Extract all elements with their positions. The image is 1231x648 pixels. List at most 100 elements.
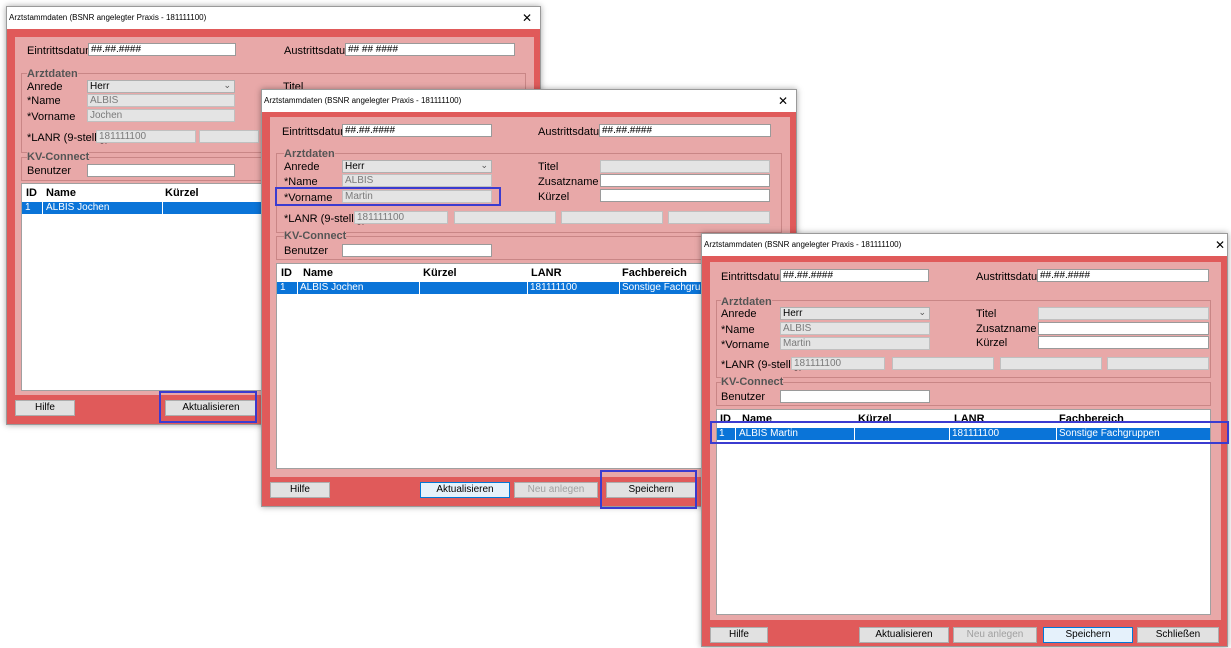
titel-field[interactable] [1038, 307, 1209, 320]
benutzer-field[interactable] [87, 164, 235, 177]
window-title-text: Arztstammdaten (BSNR angelegter Praxis -… [9, 13, 207, 22]
vorname-label: *Vorname [284, 192, 333, 204]
aktualisieren-button[interactable]: Aktualisieren [165, 400, 257, 416]
window-title: Arztstammdaten (BSNR angelegter Praxis -… [262, 90, 796, 112]
col-id[interactable]: ID [281, 267, 292, 279]
anrede-label: Anrede [721, 308, 757, 320]
window-3: Arztstammdaten (BSNR angelegter Praxis -… [701, 233, 1228, 647]
benutzer-label: Benutzer [721, 391, 766, 403]
aktualisieren-button[interactable]: Aktualisieren [859, 627, 949, 643]
kv-title: KV-Connect [721, 376, 784, 388]
cell-id: 1 [719, 428, 725, 439]
anrede-label: Anrede [27, 81, 63, 93]
lanr-field[interactable]: 181111100 [354, 211, 448, 224]
table-row[interactable]: 1 ALBIS Jochen [22, 202, 265, 214]
zusatz-field[interactable] [600, 174, 770, 187]
col-kuerzel[interactable]: Kürzel [423, 267, 457, 279]
vorname-field[interactable]: Martin [342, 190, 492, 203]
arztdaten-title: Arztdaten [721, 296, 772, 308]
doctor-table: ID Name Kürzel 1 ALBIS Jochen [21, 183, 266, 391]
hilfe-button[interactable]: Hilfe [15, 400, 75, 416]
kuerzel-field[interactable] [1038, 336, 1209, 349]
hilfe-button[interactable]: Hilfe [710, 627, 768, 643]
close-icon[interactable]: ✕ [1215, 234, 1225, 256]
benutzer-field[interactable] [780, 390, 930, 403]
window-title-text: Arztstammdaten (BSNR angelegter Praxis -… [264, 96, 462, 105]
lanr-field-3[interactable] [561, 211, 663, 224]
name-field[interactable]: ALBIS [780, 322, 930, 335]
aktualisieren-button[interactable]: Aktualisieren [420, 482, 510, 498]
vorname-field[interactable]: Jochen [87, 109, 235, 122]
col-name[interactable]: Name [303, 267, 333, 279]
name-label: *Name [284, 176, 318, 188]
col-fach[interactable]: Fachbereich [1059, 413, 1124, 425]
anrede-value: Herr [345, 161, 365, 172]
doctor-table: ID Name Kürzel LANR Fachbereich 1 ALBIS … [716, 409, 1211, 615]
austritt-field[interactable]: ##.##.#### [599, 124, 771, 137]
col-lanr[interactable]: LANR [954, 413, 985, 425]
anrede-select[interactable]: Herr ⌄ [87, 80, 235, 93]
benutzer-label: Benutzer [27, 165, 72, 177]
zusatz-label: Zusatzname [538, 176, 599, 188]
cell-fach: Sonstige Fachgruppen [1059, 428, 1160, 439]
lanr-field-4[interactable] [668, 211, 770, 224]
col-fach[interactable]: Fachbereich [622, 267, 687, 279]
anrede-select[interactable]: Herr ⌄ [780, 307, 930, 320]
kuerzel-field[interactable] [600, 189, 770, 202]
lanr-field-2[interactable] [454, 211, 556, 224]
col-name[interactable]: Name [46, 187, 76, 199]
col-lanr[interactable]: LANR [531, 267, 562, 279]
lanr-field-2[interactable] [199, 130, 259, 143]
speichern-button[interactable]: Speichern [1043, 627, 1133, 643]
arztdaten-title: Arztdaten [27, 68, 78, 80]
eintritt-field[interactable]: ##.##.#### [88, 43, 236, 56]
lanr-field-4[interactable] [1107, 357, 1209, 370]
zusatz-field[interactable] [1038, 322, 1209, 335]
neu-anlegen-button[interactable]: Neu anlegen [953, 627, 1037, 643]
cell-id: 1 [280, 282, 286, 293]
lanr-field-3[interactable] [1000, 357, 1102, 370]
name-field[interactable]: ALBIS [87, 94, 235, 107]
col-kuerzel[interactable]: Kürzel [858, 413, 892, 425]
vorname-field[interactable]: Martin [780, 337, 930, 350]
titel-label: Titel [538, 161, 559, 173]
col-id[interactable]: ID [720, 413, 731, 425]
hilfe-button[interactable]: Hilfe [270, 482, 330, 498]
close-icon[interactable]: ✕ [522, 7, 532, 29]
kuerzel-label: Kürzel [538, 191, 570, 203]
lanr-field-2[interactable] [892, 357, 994, 370]
name-field[interactable]: ALBIS [342, 174, 492, 187]
austritt-field[interactable]: ##.##.#### [1037, 269, 1209, 282]
chevron-down-icon: ⌄ [480, 160, 488, 170]
zusatz-label: Zusatzname [976, 323, 1037, 335]
col-kuerzel[interactable]: Kürzel [165, 187, 199, 199]
cell-fach: Sonstige Fachgrup [622, 282, 706, 293]
benutzer-field[interactable] [342, 244, 492, 257]
eintritt-field[interactable]: ##.##.#### [780, 269, 929, 282]
speichern-button[interactable]: Speichern [606, 482, 696, 498]
name-label: *Name [27, 95, 61, 107]
lanr-field[interactable]: 181111100 [96, 130, 196, 143]
col-name[interactable]: Name [742, 413, 772, 425]
cell-name: ALBIS Jochen [300, 282, 364, 293]
eintritt-field[interactable]: ##.##.#### [342, 124, 492, 137]
cell-name: ALBIS Jochen [46, 202, 110, 213]
cell-name: ALBIS Martin [739, 428, 798, 439]
col-id[interactable]: ID [26, 187, 37, 199]
neu-anlegen-button[interactable]: Neu anlegen [514, 482, 598, 498]
cell-lanr: 181111100 [952, 428, 1000, 439]
close-icon[interactable]: ✕ [778, 90, 788, 112]
benutzer-label: Benutzer [284, 245, 329, 257]
window-title-text: Arztstammdaten (BSNR angelegter Praxis -… [704, 240, 902, 249]
kv-title: KV-Connect [284, 230, 347, 242]
lanr-field[interactable]: 181111100 [791, 357, 885, 370]
kv-title: KV-Connect [27, 151, 90, 163]
anrede-label: Anrede [284, 161, 320, 173]
austritt-field[interactable]: ## ## #### [345, 43, 515, 56]
table-row[interactable]: 1 ALBIS Martin 181111100 Sonstige Fachgr… [717, 428, 1210, 440]
window-title: Arztstammdaten (BSNR angelegter Praxis -… [702, 234, 1227, 256]
anrede-select[interactable]: Herr ⌄ [342, 160, 492, 173]
schliessen-button[interactable]: Schließen [1137, 627, 1219, 643]
austritt-label: Austrittsdatum [976, 271, 1047, 283]
titel-field[interactable] [600, 160, 770, 173]
